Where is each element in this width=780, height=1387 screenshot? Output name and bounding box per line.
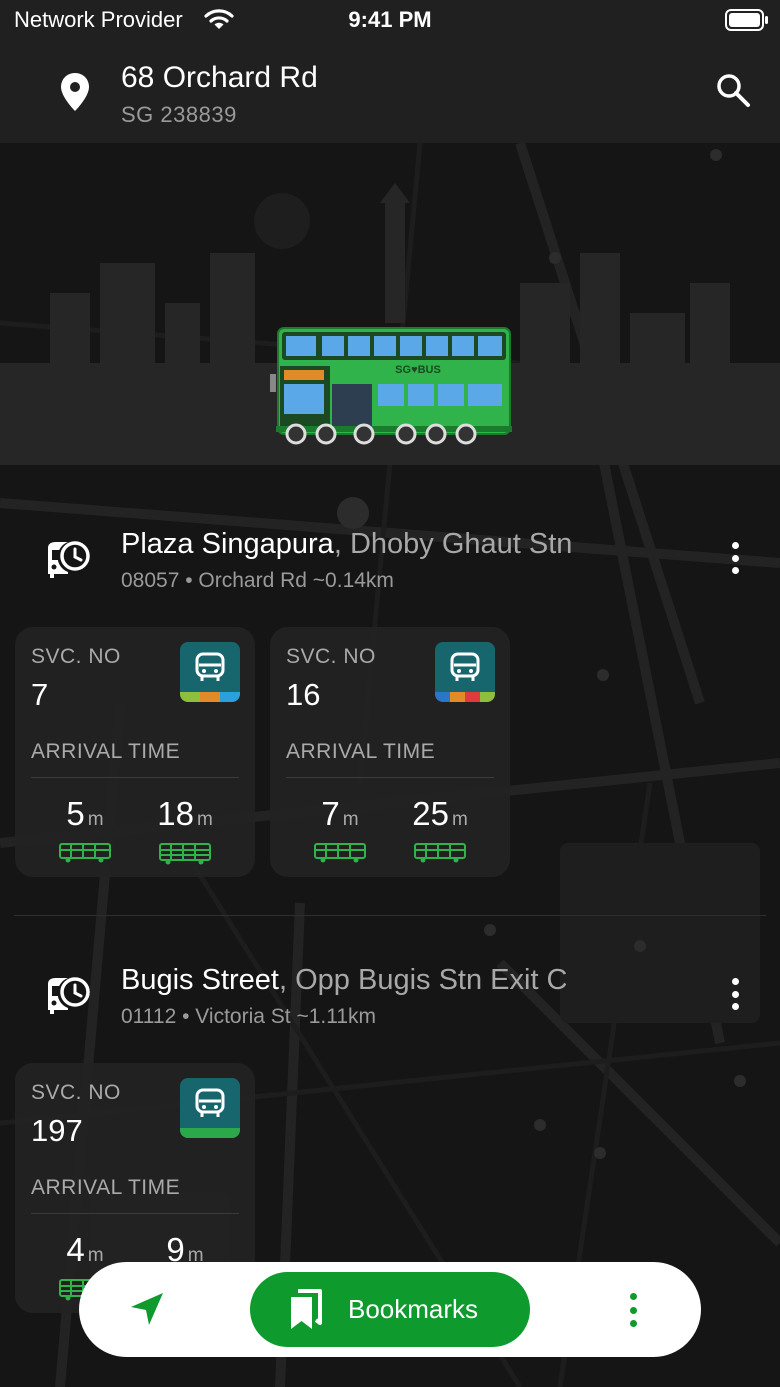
bus-illustration: SG♥BUS <box>270 327 512 445</box>
hero-banner: SG♥BUS <box>0 143 780 465</box>
arrival-entry: 18 m <box>145 795 225 865</box>
service-number: 16 <box>286 677 321 712</box>
battery-icon <box>725 9 768 31</box>
arrival-unit: m <box>87 1245 104 1266</box>
single-decker-bus-icon <box>414 843 466 863</box>
bus-operator-badge <box>435 642 495 702</box>
divider <box>31 777 239 778</box>
arrival-minutes: 18 <box>157 795 194 832</box>
bookmarks-button[interactable]: Bookmarks <box>250 1272 530 1347</box>
section-divider <box>14 915 766 916</box>
arrival-time-label: ARRIVAL TIME <box>31 740 181 763</box>
svc-label: SVC. NO <box>31 1081 121 1104</box>
more-vertical-icon[interactable] <box>628 1293 638 1327</box>
service-number: 7 <box>31 677 49 712</box>
service-card[interactable]: SVC. NO 7 ARRIVAL TIME 5m 18 m <box>15 627 255 877</box>
search-icon[interactable] <box>715 72 751 108</box>
stop-name-secondary: , Dhoby Ghaut Stn <box>333 528 573 560</box>
bus-schedule-icon <box>48 541 90 578</box>
service-number: 197 <box>31 1113 83 1148</box>
stop-options-icon[interactable] <box>724 538 746 578</box>
bus-operator-badge <box>180 642 240 702</box>
status-time: 9:41 PM <box>348 7 432 32</box>
stop-name-primary: Bugis Street <box>121 964 279 996</box>
arrival-entry: 5m <box>45 795 125 863</box>
stop-meta: 01112 • Victoria St ~1.11km <box>121 1005 377 1028</box>
svg-text:SG♥BUS: SG♥BUS <box>395 364 441 376</box>
single-decker-bus-icon <box>59 843 111 863</box>
stop-options-icon[interactable] <box>724 974 746 1014</box>
bookmarks-icon <box>291 1289 322 1329</box>
arrival-entry: 7m <box>300 795 380 863</box>
bus-front-icon <box>195 1088 225 1117</box>
postal-code: SG 238839 <box>121 102 237 127</box>
arrival-minutes: 4 <box>66 1231 85 1268</box>
current-address: 68 Orchard Rd <box>121 61 318 94</box>
arrival-unit: m <box>87 809 104 830</box>
stop-name: Bugis Street, Opp Bugis Stn Exit C <box>121 964 568 997</box>
location-header[interactable]: 68 Orchard Rd SG 238839 <box>0 44 780 143</box>
single-decker-bus-icon <box>314 843 366 863</box>
bus-schedule-icon <box>48 977 90 1014</box>
bus-front-icon <box>450 652 480 681</box>
svc-label: SVC. NO <box>286 645 376 668</box>
bus-front-icon <box>195 652 225 681</box>
stop-name: Plaza Singapura, Dhoby Ghaut Stn <box>121 528 572 561</box>
arrival-minutes: 5 <box>66 795 85 832</box>
svc-label: SVC. NO <box>31 645 121 668</box>
double-decker-bus-icon <box>159 843 211 865</box>
status-bar: Network Provider 9:41 PM <box>0 0 780 44</box>
bottom-action-bar: Bookmarks <box>79 1262 701 1357</box>
arrival-time-label: ARRIVAL TIME <box>31 1176 181 1199</box>
stop-meta: 08057 • Orchard Rd ~0.14km <box>121 569 394 592</box>
navigation-arrow-icon[interactable] <box>129 1291 165 1327</box>
arrival-unit: m <box>342 809 359 830</box>
divider <box>286 777 494 778</box>
divider <box>31 1213 239 1214</box>
stop-name-secondary: , Opp Bugis Stn Exit C <box>278 964 568 996</box>
map-pin-icon <box>61 73 89 111</box>
bookmarks-label: Bookmarks <box>348 1294 479 1324</box>
arrival-minutes: 7 <box>321 795 340 832</box>
stop-name-primary: Plaza Singapura <box>121 528 334 560</box>
arrival-entry: 25 m <box>400 795 480 863</box>
arrival-unit: m <box>196 809 213 830</box>
service-card[interactable]: SVC. NO 16 ARRIVAL TIME 7m 25 m <box>270 627 510 877</box>
arrival-unit: m <box>451 809 468 830</box>
arrival-minutes: 25 <box>412 795 449 832</box>
arrival-time-label: ARRIVAL TIME <box>286 740 436 763</box>
bus-operator-badge <box>180 1078 240 1138</box>
